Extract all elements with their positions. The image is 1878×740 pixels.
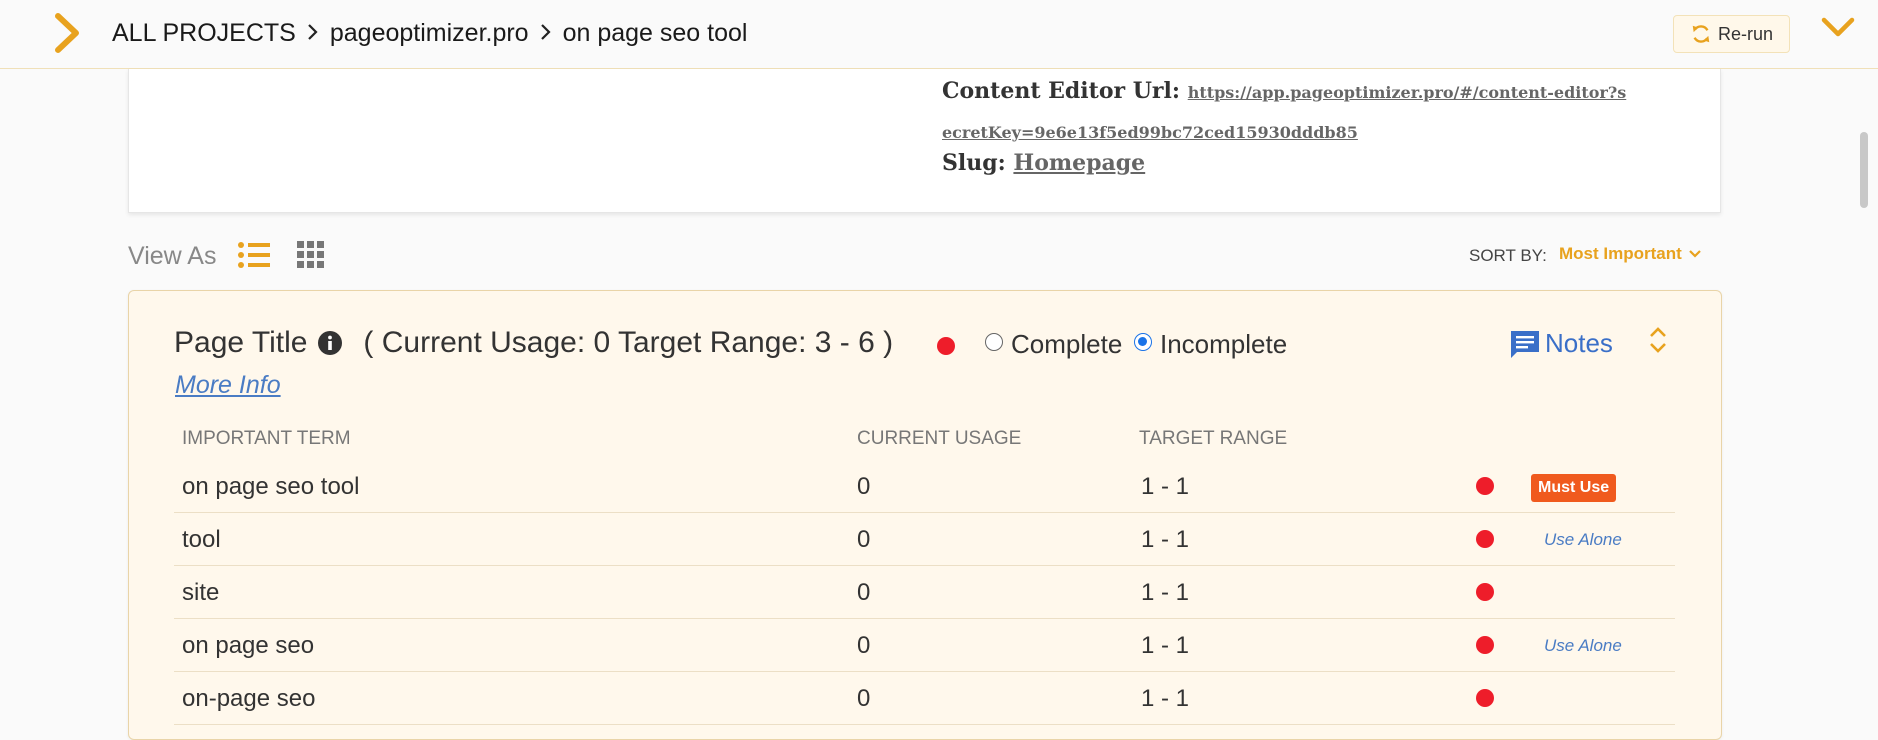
table-row: site 0 1 - 1: [174, 566, 1675, 619]
status-dot: [1476, 583, 1494, 601]
list-view-icon[interactable]: [237, 240, 271, 270]
sort-by-label: SORT BY:: [1469, 246, 1547, 265]
use-alone-tag: Use Alone: [1544, 636, 1622, 655]
breadcrumb-separator-icon: [540, 19, 552, 48]
chevron-down-icon[interactable]: [1820, 14, 1856, 42]
table-row: on page seo 0 1 - 1 Use Alone: [174, 619, 1675, 672]
rerun-button[interactable]: Re-run: [1673, 15, 1790, 53]
scrollbar-thumb[interactable]: [1860, 132, 1868, 208]
use-alone-tag: Use Alone: [1544, 530, 1622, 549]
menu-chevron-icon[interactable]: [52, 12, 84, 54]
range-cell: 1 - 1: [1141, 685, 1190, 712]
more-info-link[interactable]: More Info: [175, 371, 281, 400]
usage-cell: 0: [857, 632, 871, 659]
table-row: on page seo tool 0 1 - 1 Must Use: [174, 460, 1675, 513]
grid-view-icon[interactable]: [296, 240, 326, 270]
content-editor-url-link[interactable]: https://app.pageoptimizer.pro/#/content-…: [1188, 83, 1627, 102]
breadcrumb: ALL PROJECTS pageoptimizer.pro on page s…: [112, 19, 747, 48]
breadcrumb-separator-icon: [307, 19, 319, 48]
sort-by-value: Most Important: [1559, 244, 1682, 263]
info-icon[interactable]: [317, 330, 343, 356]
range-cell: 1 - 1: [1141, 579, 1190, 606]
column-header-range: TARGET RANGE: [1139, 428, 1288, 449]
range-cell: 1 - 1: [1141, 632, 1190, 659]
rerun-label: Re-run: [1717, 23, 1774, 44]
table-row: on-page seo 0 1 - 1: [174, 672, 1675, 725]
status-dot: [1476, 530, 1494, 548]
content-editor-url-link-cont[interactable]: ecretKey=9e6e13f5ed99bc72ced15930dddb85: [942, 123, 1358, 142]
status-dot: [1476, 636, 1494, 654]
section-status-dot: [937, 337, 955, 355]
usage-cell: 0: [857, 473, 871, 500]
slug-label: Slug:: [942, 150, 1006, 176]
usage-cell: 0: [857, 579, 871, 606]
content-editor-url-line-2: ecretKey=9e6e13f5ed99bc72ced15930dddb85: [942, 118, 1358, 144]
status-dot: [1476, 477, 1494, 495]
collapse-icon[interactable]: [1648, 326, 1668, 354]
section-usage-text: ( Current Usage: 0 Target Range: 3 - 6 ): [363, 326, 894, 359]
complete-label[interactable]: Complete: [1011, 329, 1122, 360]
incomplete-radio[interactable]: [1134, 333, 1152, 351]
sort-by-select[interactable]: Most Important: [1559, 244, 1702, 264]
usage-cell: 0: [857, 526, 871, 553]
chevron-down-icon: [1689, 250, 1701, 258]
content-editor-url-line: Content Editor Url: https://app.pageopti…: [942, 78, 1626, 104]
must-use-badge: Must Use: [1531, 474, 1617, 502]
section-title: Page Title ( Current Usage: 0 Target Ran…: [174, 326, 893, 360]
slug-line: Slug: Homepage: [942, 150, 1145, 176]
breadcrumb-page: on page seo tool: [562, 19, 748, 47]
notes-label: Notes: [1545, 328, 1613, 358]
breadcrumb-project[interactable]: pageoptimizer.pro: [330, 19, 529, 48]
term-cell: on page seo: [182, 632, 315, 659]
incomplete-label[interactable]: Incomplete: [1160, 329, 1287, 360]
range-cell: 1 - 1: [1141, 526, 1190, 553]
notes-button[interactable]: Notes: [1509, 328, 1613, 359]
top-bar: ALL PROJECTS pageoptimizer.pro on page s…: [0, 0, 1878, 69]
term-cell: on-page seo: [182, 685, 316, 712]
breadcrumb-all-projects[interactable]: ALL PROJECTS: [112, 19, 296, 48]
content-editor-label: Content Editor Url:: [942, 78, 1181, 104]
status-dot: [1476, 689, 1494, 707]
range-cell: 1 - 1: [1141, 473, 1190, 500]
complete-radio[interactable]: [985, 333, 1003, 351]
view-as-label: View As: [128, 242, 217, 270]
slug-link[interactable]: Homepage: [1013, 150, 1145, 176]
section-title-text: Page Title: [174, 326, 308, 359]
column-header-term: IMPORTANT TERM: [182, 428, 351, 449]
term-cell: site: [182, 579, 220, 606]
column-header-usage: CURRENT USAGE: [857, 428, 1022, 449]
refresh-icon: [1692, 25, 1710, 43]
table-row: tool 0 1 - 1 Use Alone: [174, 513, 1675, 566]
usage-cell: 0: [857, 685, 871, 712]
term-cell: on page seo tool: [182, 473, 360, 500]
notes-icon: [1511, 330, 1539, 358]
term-cell: tool: [182, 526, 221, 553]
